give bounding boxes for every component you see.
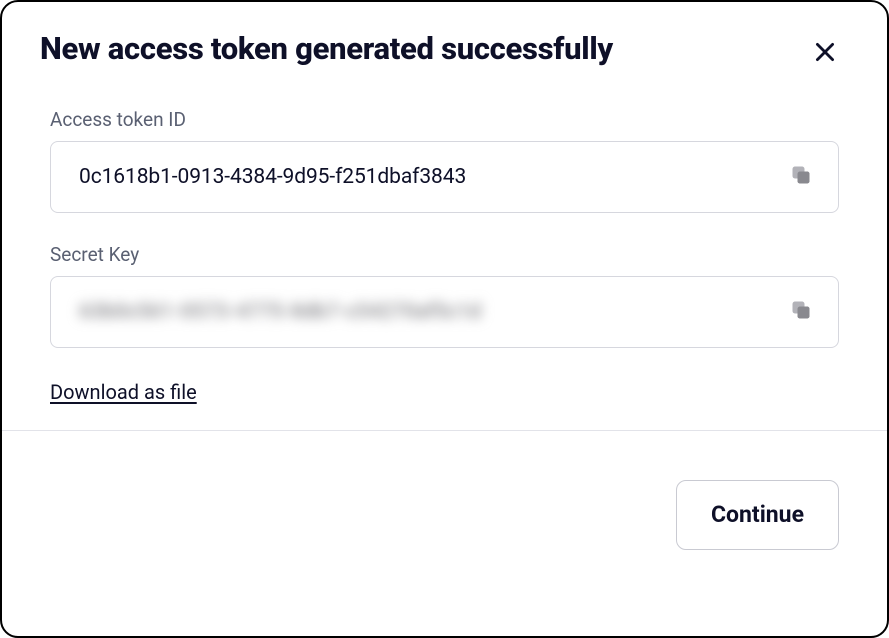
secret-key-box: 63b0c561-0573-4775-8db7-c54270af5c1d <box>50 276 839 348</box>
access-token-box: 0c1618b1-0913-4384-9d95-f251dbaf3843 <box>50 141 839 213</box>
copy-access-token-button[interactable] <box>786 162 816 192</box>
copy-icon <box>789 298 813 326</box>
access-token-label: Access token ID <box>50 108 839 131</box>
dialog-footer: Continue <box>2 431 887 636</box>
dialog-title: New access token generated successfully <box>40 30 613 67</box>
secret-key-value: 63b0c561-0573-4775-8db7-c54270af5c1d <box>79 300 481 324</box>
download-as-file-link[interactable]: Download as file <box>50 380 197 404</box>
dialog-body: New access token generated successfully … <box>2 2 887 430</box>
token-generated-dialog: New access token generated successfully … <box>0 0 889 638</box>
access-token-field: Access token ID 0c1618b1-0913-4384-9d95-… <box>50 108 839 213</box>
secret-key-label: Secret Key <box>50 243 839 266</box>
copy-icon <box>789 163 813 191</box>
secret-key-field: Secret Key 63b0c561-0573-4775-8db7-c5427… <box>50 243 839 348</box>
copy-secret-key-button[interactable] <box>786 297 816 327</box>
dialog-header: New access token generated successfully <box>50 30 839 70</box>
access-token-value: 0c1618b1-0913-4384-9d95-f251dbaf3843 <box>79 165 466 189</box>
close-icon <box>812 39 838 65</box>
continue-button[interactable]: Continue <box>676 480 839 550</box>
close-button[interactable] <box>807 34 843 70</box>
